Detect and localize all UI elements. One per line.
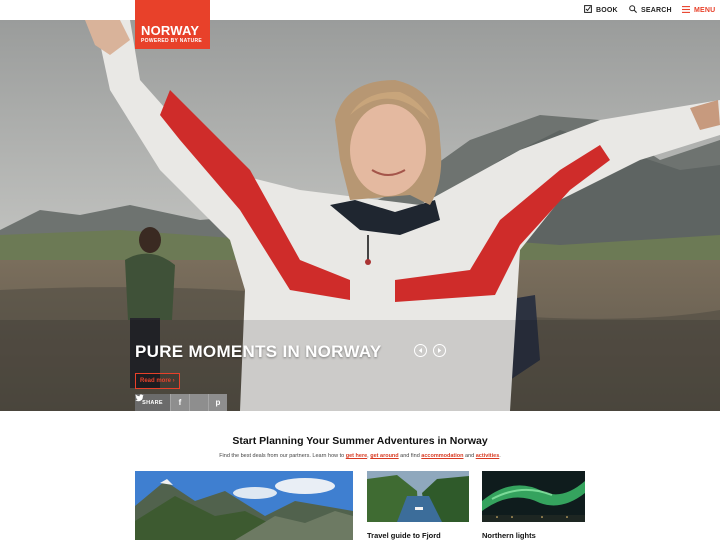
next-slide-button[interactable] xyxy=(433,344,446,357)
read-more-button[interactable]: Read more › xyxy=(135,373,180,389)
fjord-mountain-image xyxy=(135,471,353,540)
hero-headline: PURE MOMENTS IN NORWAY xyxy=(135,342,382,361)
pinterest-share-button[interactable]: p xyxy=(208,394,227,411)
activities-link[interactable]: activities xyxy=(476,453,500,459)
northern-lights-image xyxy=(482,471,585,522)
subtitle-text: . xyxy=(499,453,501,459)
fjord-guide-card[interactable] xyxy=(367,471,469,522)
arrow-left-icon xyxy=(418,348,422,353)
menu-label: MENU xyxy=(694,6,716,14)
get-around-link[interactable]: get around xyxy=(370,453,398,459)
logo-title: NORWAY xyxy=(141,23,200,38)
search-link[interactable]: SEARCH xyxy=(629,0,672,20)
accommodation-link[interactable]: accommodation xyxy=(421,453,463,459)
logo-subtitle: POWERED BY NATURE xyxy=(141,38,203,44)
book-icon xyxy=(584,5,592,15)
subtitle-text: and find xyxy=(398,453,422,459)
arrow-right-icon xyxy=(438,348,442,353)
section-title: Start Planning Your Summer Adventures in… xyxy=(232,435,488,447)
fjord-guide-image xyxy=(367,471,469,522)
hamburger-icon xyxy=(682,5,690,15)
hero-banner: PURE MOMENTS IN NORWAY Read more › SHARE… xyxy=(0,20,720,411)
twitter-share-button[interactable] xyxy=(135,394,208,411)
northern-lights-caption[interactable]: Northern lights xyxy=(482,531,536,540)
facebook-icon: f xyxy=(178,398,182,407)
menu-button[interactable]: MENU xyxy=(682,0,715,20)
book-link[interactable]: BOOK xyxy=(584,0,618,20)
subtitle-text: Find the best deals from our partners. L… xyxy=(219,453,346,459)
search-label: SEARCH xyxy=(641,6,672,14)
twitter-icon xyxy=(135,394,144,402)
get-here-link[interactable]: get here xyxy=(346,453,367,459)
pinterest-icon: p xyxy=(215,398,221,407)
section-subtitle: Find the best deals from our partners. L… xyxy=(0,453,720,459)
share-bar: SHARE f p xyxy=(135,394,227,411)
previous-slide-button[interactable] xyxy=(414,344,427,357)
fjord-mountain-card[interactable] xyxy=(135,471,353,540)
facebook-share-button[interactable]: f xyxy=(170,394,189,411)
fjord-guide-caption[interactable]: Travel guide to Fjord xyxy=(367,531,441,540)
northern-lights-card[interactable] xyxy=(482,471,585,522)
subtitle-text: and xyxy=(463,453,476,459)
search-icon xyxy=(629,5,637,15)
book-label: BOOK xyxy=(596,6,618,14)
norway-logo[interactable]: NORWAY POWERED BY NATURE xyxy=(135,0,210,49)
